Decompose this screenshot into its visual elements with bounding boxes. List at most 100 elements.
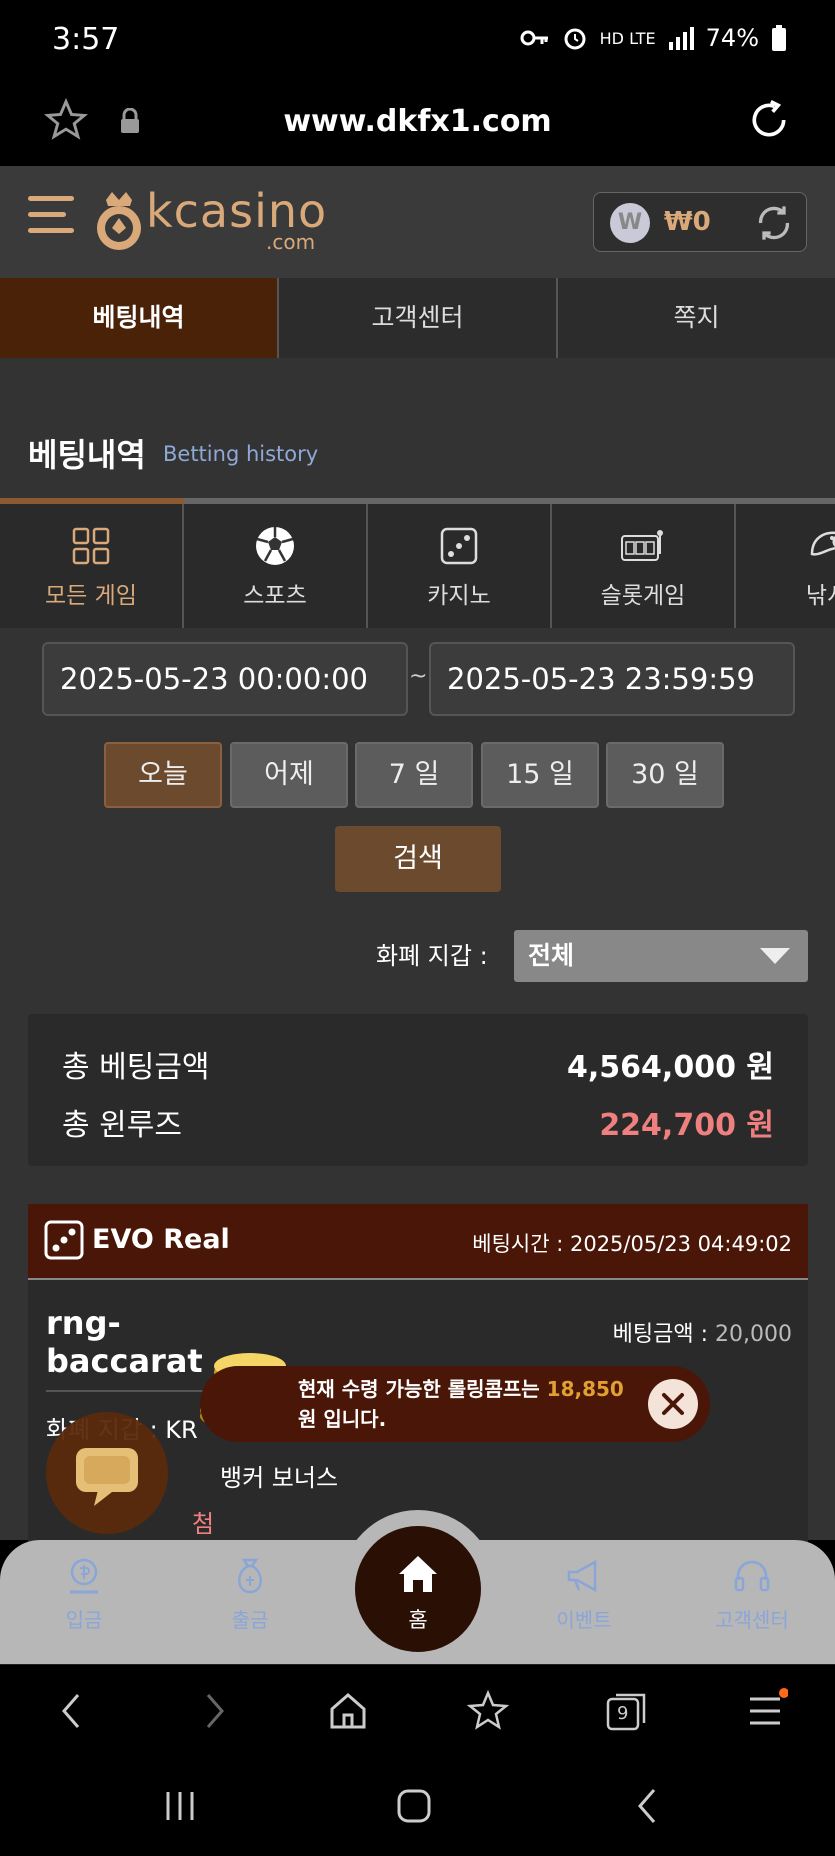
system-nav-bar	[0, 1756, 835, 1856]
bookmarks-icon[interactable]	[466, 1687, 510, 1735]
chevron-down-icon	[760, 948, 790, 964]
game-tab-casino[interactable]: 카지노	[368, 504, 552, 628]
alarm-icon	[564, 28, 586, 50]
page-subtitle: Betting history	[163, 442, 319, 466]
game-tab-fishing[interactable]: 낚시	[736, 504, 835, 628]
grid-icon	[72, 527, 110, 565]
dice-icon	[440, 527, 478, 565]
bet-time: 베팅시간 : 2025/05/23 04:49:02	[472, 1228, 792, 1258]
nav-home-label: 홈	[408, 1608, 428, 1632]
headset-icon	[734, 1560, 770, 1592]
nav-event[interactable]: 이벤트	[524, 1556, 644, 1633]
tabs-button[interactable]: 9	[604, 1687, 648, 1739]
menu-lines-icon	[750, 1688, 789, 1725]
battery-icon	[772, 25, 786, 51]
main-content: 베팅내역 Betting history 모든 게임 스포츠 카지노 슬롯게임 …	[0, 358, 835, 1544]
period-today-button[interactable]: 오늘	[104, 742, 222, 808]
currency-wallet-label: 화폐 지갑 :	[376, 942, 488, 970]
battery-percent: 74%	[705, 24, 759, 52]
period-yesterday-button[interactable]: 어제	[230, 742, 348, 808]
menu-icon[interactable]	[28, 196, 74, 240]
deposit-icon	[70, 1558, 98, 1594]
nav-event-label: 이벤트	[556, 1608, 612, 1632]
won-coin-icon: W	[610, 203, 650, 243]
game-tab-sports[interactable]: 스포츠	[184, 504, 368, 628]
period-30days-button[interactable]: 30 일	[606, 742, 724, 808]
network-indicators: HD LTE	[599, 28, 656, 48]
status-time: 3:57	[52, 22, 120, 57]
search-button[interactable]: 검색	[335, 826, 501, 892]
home-browser-icon[interactable]	[326, 1687, 370, 1735]
top-tabs: 베팅내역 고객센터 쪽지	[0, 278, 835, 358]
status-bar: 3:57 HD LTE 74%	[0, 0, 835, 84]
end-date-input[interactable]: 2025-05-23 23:59:59	[429, 642, 795, 716]
signal-icon	[668, 27, 694, 50]
browser-menu-button[interactable]	[744, 1687, 789, 1739]
browser-toolbar: 9	[0, 1664, 835, 1756]
dice-icon	[44, 1220, 84, 1260]
total-bet-value: 4,564,000 원	[567, 1050, 774, 1085]
fish-icon	[810, 531, 835, 556]
toast-comp-value: 18,850	[546, 1377, 624, 1401]
toast-message: 현재 수령 가능한 롤링콤프는 18,850 원 입니다.	[298, 1377, 624, 1431]
withdraw-icon	[238, 1558, 262, 1594]
nav-withdraw[interactable]: 출금	[190, 1556, 310, 1633]
nav-withdraw-label: 출금	[231, 1608, 269, 1632]
game-tab-label: 카지노	[427, 583, 491, 609]
status-icons: HD LTE 74%	[520, 24, 787, 52]
system-home-icon[interactable]	[394, 1786, 434, 1826]
chat-bubble-icon	[76, 1448, 138, 1506]
home-icon	[399, 1556, 437, 1592]
forward-icon[interactable]	[194, 1687, 234, 1735]
logo-suffix: .com	[266, 230, 316, 254]
bet-amount-label: 베팅금액 :	[612, 1322, 709, 1347]
nav-home-button[interactable]: 홈	[355, 1526, 481, 1652]
bet-amount-value: 20,000	[715, 1322, 792, 1347]
game-tab-label: 슬롯게임	[600, 583, 686, 609]
game-tab-all[interactable]: 모든 게임	[0, 504, 184, 628]
game-tab-label: 모든 게임	[45, 583, 137, 609]
total-winloss-value: 224,700 원	[599, 1108, 774, 1143]
site-header: kcasino .com W ₩0	[0, 166, 835, 278]
bet-amount: 베팅금액 : 20,000	[613, 1316, 792, 1348]
bet-record-header: EVO Real 베팅시간 : 2025/05/23 04:49:02	[28, 1204, 808, 1280]
period-15days-button[interactable]: 15 일	[481, 742, 599, 808]
total-winloss-label: 총 윈루즈	[62, 1108, 182, 1143]
nav-deposit-label: 입금	[65, 1608, 103, 1632]
game-tab-slots[interactable]: 슬롯게임	[552, 504, 736, 628]
rolling-comp-toast: 현재 수령 가능한 롤링콤프는 18,850 원 입니다.	[200, 1366, 710, 1442]
bet-provider: EVO Real	[92, 1224, 230, 1255]
wallet-balance-box: W ₩0	[593, 192, 807, 252]
game-tab-label: 스포츠	[243, 583, 307, 609]
nav-support[interactable]: 고객센터	[692, 1556, 812, 1633]
tab-betting-history[interactable]: 베팅내역	[0, 278, 279, 358]
reload-icon[interactable]	[747, 98, 791, 142]
period-7days-button[interactable]: 7 일	[355, 742, 473, 808]
slot-machine-icon	[621, 530, 663, 561]
browser-url-bar: www.dkfx1.com	[0, 84, 835, 166]
tab-count: 9	[617, 1703, 629, 1724]
recent-apps-icon[interactable]	[160, 1786, 200, 1826]
back-icon[interactable]	[52, 1687, 92, 1735]
currency-wallet-select[interactable]: 전체	[514, 930, 808, 982]
wallet-balance: ₩0	[664, 207, 711, 237]
betting-summary: 총 베팅금액 4,564,000 원 총 윈루즈 224,700 원	[28, 1014, 808, 1166]
refresh-balance-icon[interactable]	[754, 203, 794, 243]
bet-result-row: 첨	[192, 1510, 215, 1538]
bet-time-value: 2025/05/23 04:49:02	[569, 1232, 792, 1256]
url-text[interactable]: www.dkfx1.com	[0, 104, 835, 139]
nav-deposit[interactable]: 입금	[24, 1556, 144, 1633]
date-separator: ~	[409, 664, 428, 689]
tab-customer-center[interactable]: 고객센터	[279, 278, 558, 358]
currency-wallet-value: 전체	[528, 941, 575, 970]
casino-chip-logo-icon	[97, 192, 141, 250]
start-date-input[interactable]: 2025-05-23 00:00:00	[42, 642, 408, 716]
total-bet-label: 총 베팅금액	[62, 1050, 210, 1085]
chat-button[interactable]	[46, 1412, 168, 1534]
tab-messages[interactable]: 쪽지	[558, 278, 835, 358]
page-title: 베팅내역	[28, 436, 146, 474]
toast-close-button[interactable]	[648, 1379, 698, 1429]
system-back-icon[interactable]	[628, 1786, 668, 1826]
game-category-tabs: 모든 게임 스포츠 카지노 슬롯게임 낚시	[0, 504, 835, 628]
close-icon	[662, 1393, 684, 1415]
